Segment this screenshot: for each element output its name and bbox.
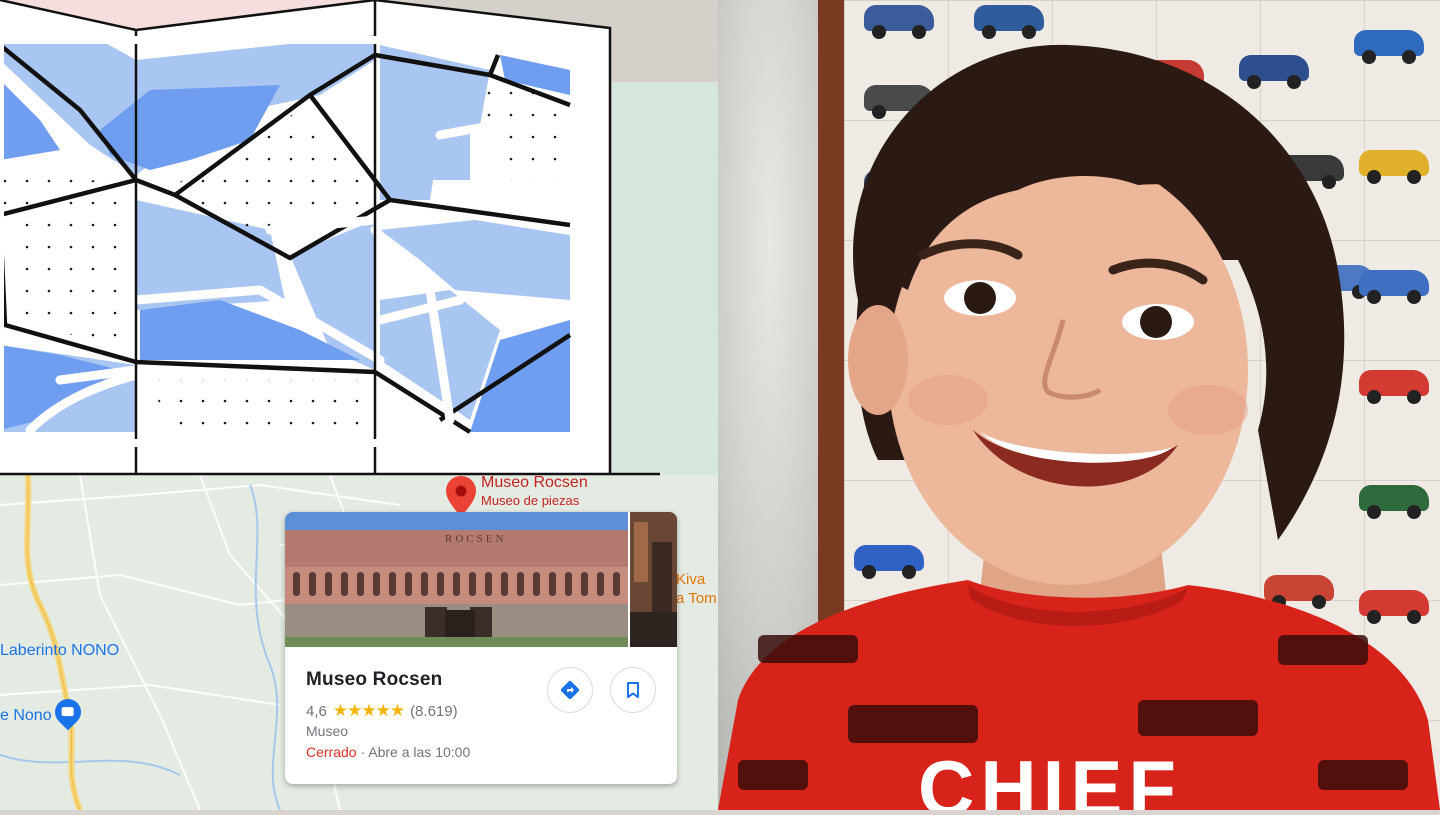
facade-text: ROCSEN: [445, 533, 506, 545]
place-category: Museo: [306, 723, 349, 739]
museum-photo[interactable]: ROCSEN: [285, 512, 628, 647]
museum-facade-image: ROCSEN: [285, 512, 628, 647]
pin-subtitle: Museo de piezas: [481, 493, 580, 508]
review-count[interactable]: (8.619): [410, 703, 458, 720]
map-label-laberinto[interactable]: Laberinto NONO: [0, 642, 119, 660]
rating-value: 4,6: [306, 702, 327, 720]
opening-hours: Cerrado · Abre a las 10:00: [306, 744, 470, 760]
museum-interior-photo[interactable]: [630, 512, 677, 647]
hours-separator: ·: [356, 744, 369, 760]
rating-stars-icon: ★★★★★: [332, 701, 405, 720]
map-label-kiva-line1: Kiva: [676, 571, 706, 588]
shirt-text: CHIEF: [918, 744, 1182, 810]
pin-title[interactable]: Museo Rocsen: [481, 474, 588, 492]
directions-icon: [560, 680, 580, 700]
map-label-kiva-line2: a Tom: [676, 590, 717, 607]
child-figure: CHIEF: [718, 44, 1440, 810]
directions-button[interactable]: [547, 667, 593, 713]
map-pin-icon: [446, 476, 476, 516]
rating-row[interactable]: 4,6 ★★★★★ (8.619): [306, 701, 458, 721]
bookmark-icon: [627, 682, 639, 698]
place-pin[interactable]: [446, 476, 476, 516]
map-label-nono[interactable]: e Nono: [0, 707, 52, 725]
place-card[interactable]: ROCSEN Museo Rocsen 4,6 ★★★★★ (8.619) Mu…: [285, 512, 677, 784]
opens-at: Abre a las 10:00: [368, 744, 471, 760]
save-button[interactable]: [610, 667, 656, 713]
map-label-kiva[interactable]: Kiva a Tom: [676, 570, 717, 608]
museum-interior-image: [630, 512, 677, 647]
status-closed: Cerrado: [306, 744, 357, 760]
folded-map-illustration: [0, 0, 660, 476]
place-title[interactable]: Museo Rocsen: [306, 669, 443, 691]
child-photo: CHIEF: [718, 0, 1440, 810]
